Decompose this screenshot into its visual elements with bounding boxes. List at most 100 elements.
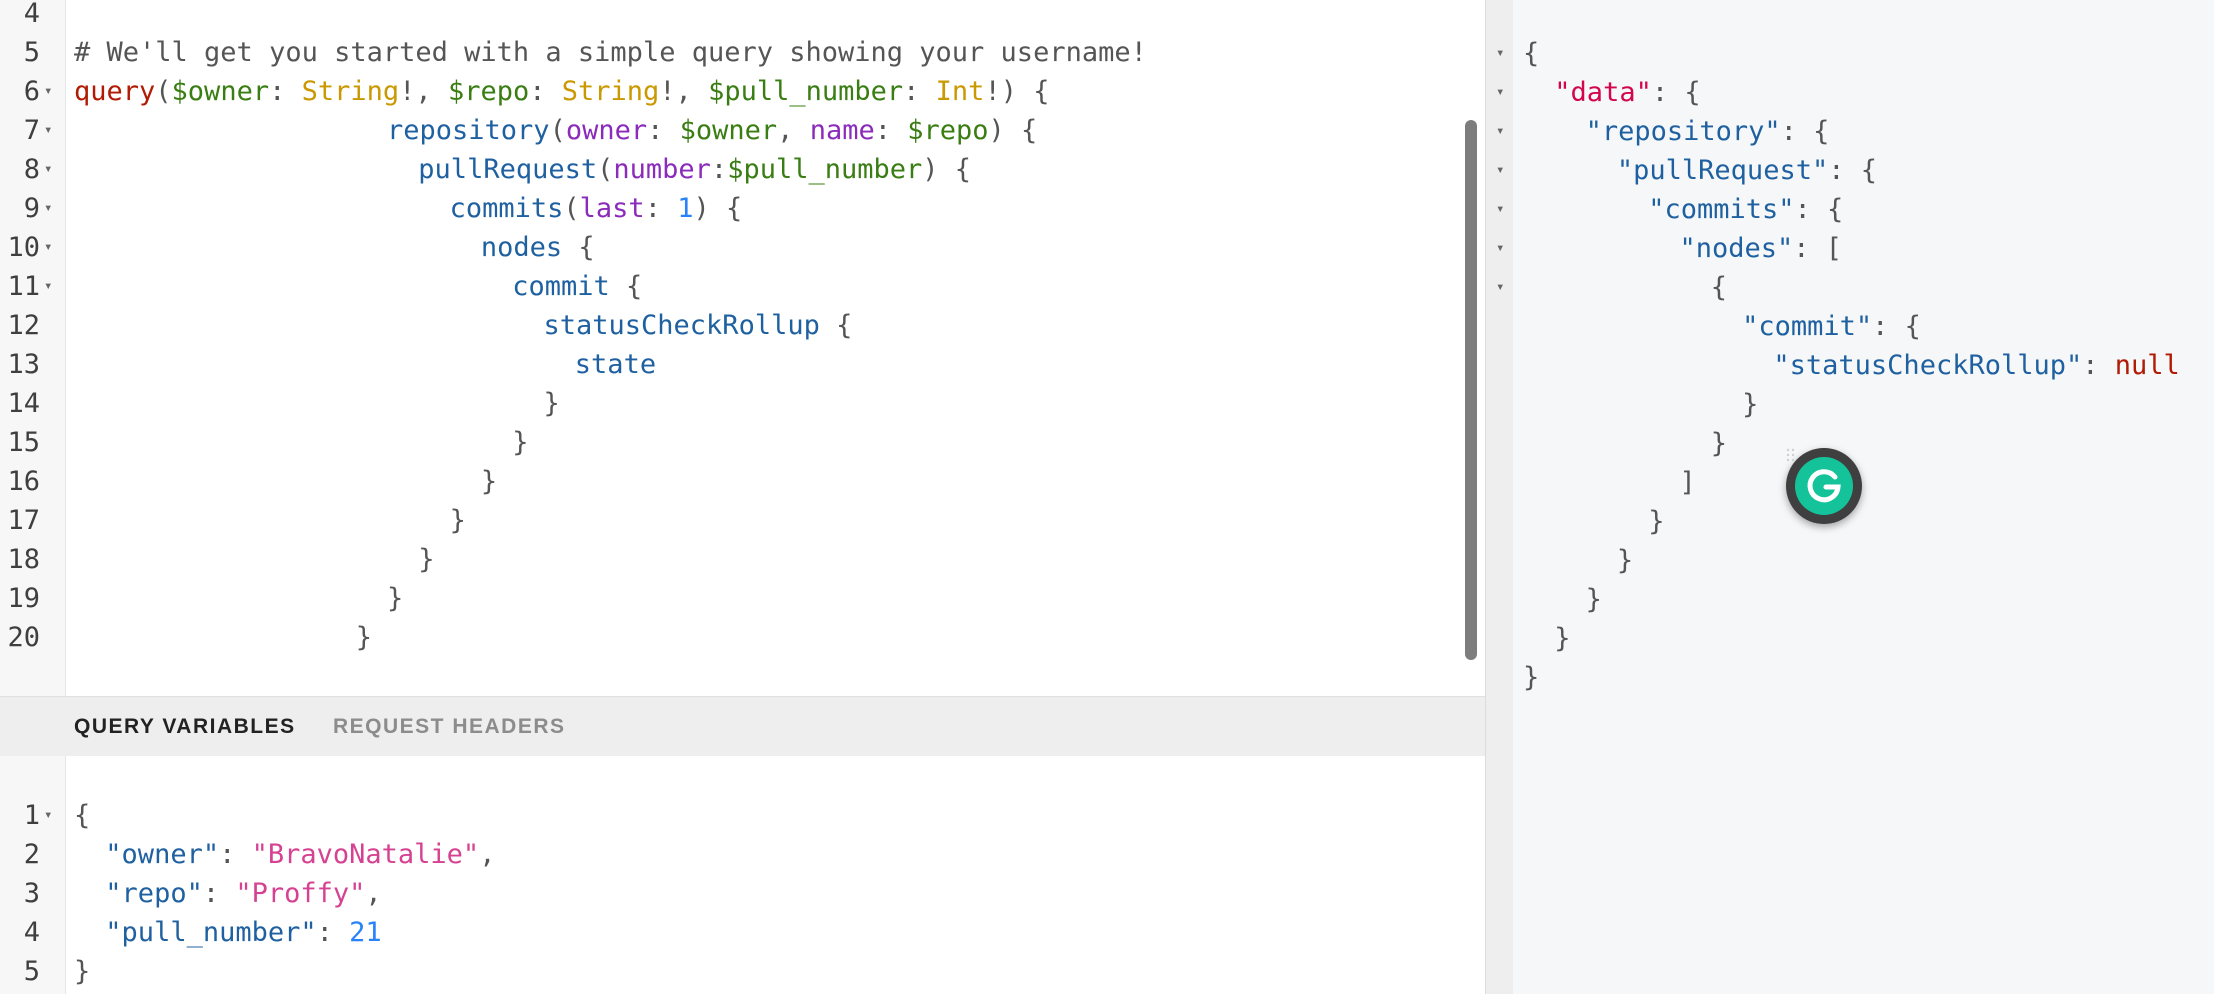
code-token: : [316, 917, 350, 948]
code-text: ] [1680, 463, 1696, 502]
code-line: } [1513, 580, 2203, 619]
fold-toggle-icon[interactable]: ▾ [1496, 268, 1504, 307]
code-text: "nodes": [ [1680, 229, 1843, 268]
code-line[interactable]: 20} [0, 618, 1460, 657]
code-token: 1 [677, 193, 694, 224]
code-line[interactable]: 1 ▾ { [0, 796, 1460, 835]
code-token: } [1742, 389, 1759, 420]
fold-toggle-icon[interactable]: ▾ [1496, 229, 1504, 268]
code-token: } [480, 466, 498, 497]
code-token: ] [1679, 467, 1696, 498]
fold-toggle-icon[interactable]: ▾ [1496, 34, 1504, 73]
line-number: 9 [23, 193, 40, 224]
code-token: ( [549, 115, 566, 146]
tab-request-headers[interactable]: REQUEST HEADERS [333, 697, 566, 756]
code-line[interactable]: 13 state [0, 345, 1460, 384]
code-token: ) { [922, 154, 972, 185]
fold-toggle-icon[interactable]: ▾ [1496, 112, 1504, 151]
fold-toggle-icon[interactable]: ▾ [1496, 151, 1504, 190]
code-token: !, [399, 76, 448, 107]
code-token: } [418, 544, 435, 575]
code-line: } [1513, 385, 2203, 424]
code-token: null [2114, 350, 2180, 381]
query-editor[interactable]: 4 5 # We'll get you started with a simple … [0, 0, 1485, 696]
query-editor-scrollbar[interactable] [1465, 120, 1477, 660]
code-line[interactable]: 5 # We'll get you started with a simple q… [0, 33, 1460, 72]
code-token: } [1523, 662, 1540, 693]
code-text: { [1711, 268, 1727, 307]
code-token: $repo [907, 115, 989, 146]
code-line[interactable]: 11 ▾ commit { [0, 267, 1460, 306]
code-line[interactable]: 17} [0, 501, 1460, 540]
line-number: 4 [23, 0, 40, 29]
code-token: "repository" [1585, 116, 1781, 147]
code-token: } [74, 956, 91, 987]
code-token: } [449, 505, 466, 536]
code-text: "commit": { [1742, 307, 1921, 346]
fold-toggle-icon[interactable]: ▾ [44, 111, 52, 150]
code-token: "owner" [105, 839, 220, 870]
code-text: { [1523, 34, 1539, 73]
code-text: } [512, 423, 528, 462]
code-text: "data": { [1554, 73, 1700, 112]
code-line: } [1513, 619, 2203, 658]
code-line[interactable]: 9 ▾ commits(last: 1) { [0, 189, 1460, 228]
code-text: } [356, 618, 372, 657]
variables-editor[interactable]: 1 ▾ {2 "owner": "BravoNatalie", 3 "repo": "Pr… [0, 756, 1485, 994]
code-token: } [1616, 545, 1634, 576]
line-number: 6 [23, 76, 40, 107]
line-number: 16 [7, 466, 40, 497]
code-token: String [561, 76, 660, 107]
code-token: ( [563, 193, 580, 224]
code-line[interactable]: 2 "owner": "BravoNatalie", [0, 835, 1460, 874]
fold-toggle-icon[interactable]: ▾ [1496, 190, 1504, 229]
tab-query-variables[interactable]: QUERY VARIABLES [74, 697, 296, 756]
code-text: "pullRequest": { [1617, 151, 1877, 190]
code-token: "BravoNatalie" [251, 839, 480, 870]
code-token: "repo" [105, 878, 203, 909]
code-line[interactable]: 3 "repo": "Proffy", [0, 874, 1460, 913]
fold-toggle-icon[interactable]: ▾ [44, 267, 52, 306]
code-token: { [819, 310, 853, 341]
code-line: ▾{ [1496, 268, 2203, 307]
result-viewer: ▾{▾ "data": {▾ "repository": {▾ "pullReques… [1496, 0, 2214, 994]
line-number: 1 [23, 800, 40, 831]
code-text: { [74, 796, 90, 835]
code-token: { [74, 800, 91, 831]
code-line[interactable]: 10 ▾ nodes { [0, 228, 1460, 267]
code-line[interactable]: 12 statusCheckRollup { [0, 306, 1460, 345]
fold-toggle-icon[interactable]: ▾ [44, 72, 52, 111]
code-line[interactable]: 4 [0, 0, 1460, 33]
code-token: query [74, 76, 156, 107]
code-token: : [269, 76, 302, 107]
code-line[interactable]: 5} [0, 952, 1460, 991]
code-token: $pull_number [727, 154, 923, 185]
code-line[interactable]: 14} [0, 384, 1460, 423]
code-token: ( [155, 76, 172, 107]
code-text: state [575, 345, 656, 384]
code-line[interactable]: 6 ▾ query($owner: String!, $repo: String!,… [0, 72, 1460, 111]
fold-toggle-icon[interactable]: ▾ [44, 228, 52, 267]
code-token: "commits" [1648, 194, 1795, 225]
fold-toggle-icon[interactable]: ▾ [44, 150, 52, 189]
code-line: } [1513, 658, 2203, 697]
code-token: : [202, 878, 236, 909]
line-number: 5 [23, 956, 40, 987]
code-line[interactable]: 16} [0, 462, 1460, 501]
code-line[interactable]: 15} [0, 423, 1460, 462]
code-line[interactable]: 4 "pull_number": 21 [0, 913, 1460, 952]
code-line[interactable]: 18} [0, 540, 1460, 579]
fold-toggle-icon[interactable]: ▾ [44, 796, 52, 835]
grammarly-badge[interactable] [1786, 448, 1862, 524]
code-token: $repo [447, 76, 530, 107]
line-number: 11 [7, 271, 40, 302]
code-line[interactable]: 19} [0, 579, 1460, 618]
drag-handle-icon[interactable] [1786, 448, 1796, 462]
fold-toggle-icon[interactable]: ▾ [1496, 73, 1504, 112]
code-token: , [365, 878, 382, 909]
code-line[interactable]: 7 ▾ repository(owner: $owner, name: $repo)… [0, 111, 1460, 150]
fold-toggle-icon[interactable]: ▾ [44, 189, 52, 228]
code-token: , [777, 115, 810, 146]
code-line: "statusCheckRollup": null [1513, 346, 2203, 385]
code-line[interactable]: 8 ▾ pullRequest(number:$pull_number) { [0, 150, 1460, 189]
